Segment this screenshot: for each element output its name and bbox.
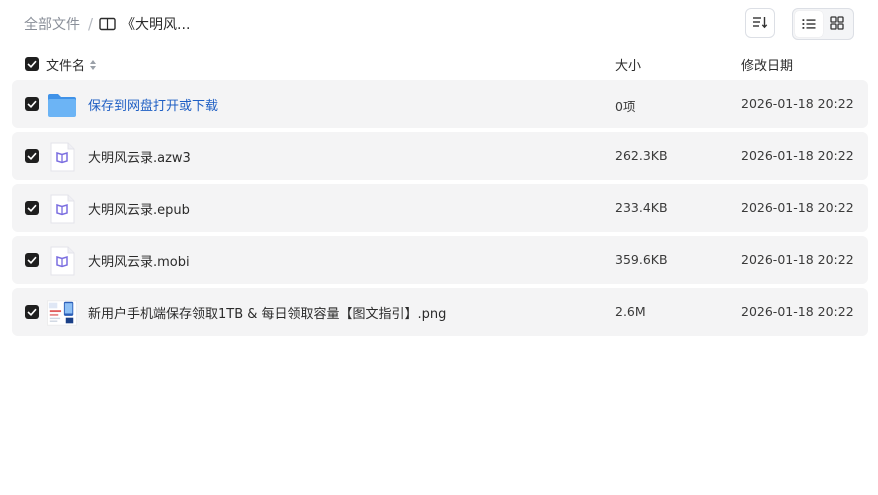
- column-size-header[interactable]: 大小: [615, 55, 641, 74]
- grid-view-button[interactable]: [823, 11, 851, 37]
- table-row[interactable]: 大明风云录.mobi 359.6KB 2026-01-18 20:22: [12, 236, 868, 284]
- ebook-file-icon: [47, 246, 77, 276]
- select-all-checkbox[interactable]: [25, 57, 39, 71]
- file-date: 2026-01-18 20:22: [741, 252, 854, 267]
- breadcrumb-current: 《大明风...: [121, 17, 191, 33]
- check-icon: [27, 60, 37, 68]
- table-row[interactable]: 大明风云录.azw3 262.3KB 2026-01-18 20:22: [12, 132, 868, 180]
- ebook-file-icon: [47, 194, 77, 224]
- table-row[interactable]: 大明风云录.epub 233.4KB 2026-01-18 20:22: [12, 184, 868, 232]
- row-checkbox[interactable]: [25, 201, 39, 215]
- row-checkbox[interactable]: [25, 253, 39, 267]
- file-name[interactable]: 保存到网盘打开或下载: [88, 95, 218, 114]
- file-browser: 全部文件 / 《大明风... 文件名 大小 修改日期 保存到网盘打开或下载 0项…: [0, 0, 878, 495]
- row-checkbox[interactable]: [25, 149, 39, 163]
- file-size: 262.3KB: [615, 148, 668, 163]
- folder-icon: [47, 90, 77, 120]
- list-view-button[interactable]: [795, 11, 823, 37]
- breadcrumb: 全部文件 / 《大明风...: [24, 14, 190, 34]
- row-checkbox[interactable]: [25, 305, 39, 319]
- file-size: 359.6KB: [615, 252, 668, 267]
- view-toggle: [792, 8, 854, 40]
- file-size: 0项: [615, 99, 636, 114]
- row-checkbox[interactable]: [25, 97, 39, 111]
- file-size: 2.6M: [615, 304, 646, 319]
- check-icon: [27, 256, 37, 264]
- column-name-header[interactable]: 文件名: [46, 55, 97, 74]
- file-date: 2026-01-18 20:22: [741, 96, 854, 111]
- grid-view-icon: [830, 15, 844, 34]
- check-icon: [27, 152, 37, 160]
- check-icon: [27, 204, 37, 212]
- table-row[interactable]: 新用户手机端保存领取1TB & 每日领取容量【图文指引】.png 2.6M 20…: [12, 288, 868, 336]
- breadcrumb-root[interactable]: 全部文件: [24, 14, 80, 34]
- breadcrumb-separator: /: [88, 15, 94, 33]
- file-date: 2026-01-18 20:22: [741, 200, 854, 215]
- file-name[interactable]: 大明风云录.epub: [88, 199, 190, 218]
- file-date: 2026-01-18 20:22: [741, 148, 854, 163]
- sort-arrows-icon: [89, 59, 97, 71]
- file-list: 保存到网盘打开或下载 0项 2026-01-18 20:22 大明风云录.azw…: [12, 80, 868, 340]
- header: 全部文件 / 《大明风...: [0, 0, 878, 48]
- check-icon: [27, 308, 37, 316]
- column-name-label: 文件名: [46, 59, 86, 74]
- list-view-icon: [802, 15, 816, 34]
- image-thumbnail-icon: [47, 298, 77, 328]
- table-row[interactable]: 保存到网盘打开或下载 0项 2026-01-18 20:22: [12, 80, 868, 128]
- check-icon: [27, 100, 37, 108]
- file-name[interactable]: 大明风云录.azw3: [88, 147, 191, 166]
- file-name[interactable]: 新用户手机端保存领取1TB & 每日领取容量【图文指引】.png: [88, 303, 446, 322]
- sort-lines-icon: [752, 14, 768, 33]
- book-icon: [99, 17, 116, 31]
- file-date: 2026-01-18 20:22: [741, 304, 854, 319]
- sort-button[interactable]: [745, 8, 775, 38]
- column-header: 文件名 大小 修改日期: [12, 52, 868, 76]
- file-size: 233.4KB: [615, 200, 668, 215]
- column-date-header[interactable]: 修改日期: [741, 55, 793, 74]
- file-name[interactable]: 大明风云录.mobi: [88, 251, 190, 270]
- ebook-file-icon: [47, 142, 77, 172]
